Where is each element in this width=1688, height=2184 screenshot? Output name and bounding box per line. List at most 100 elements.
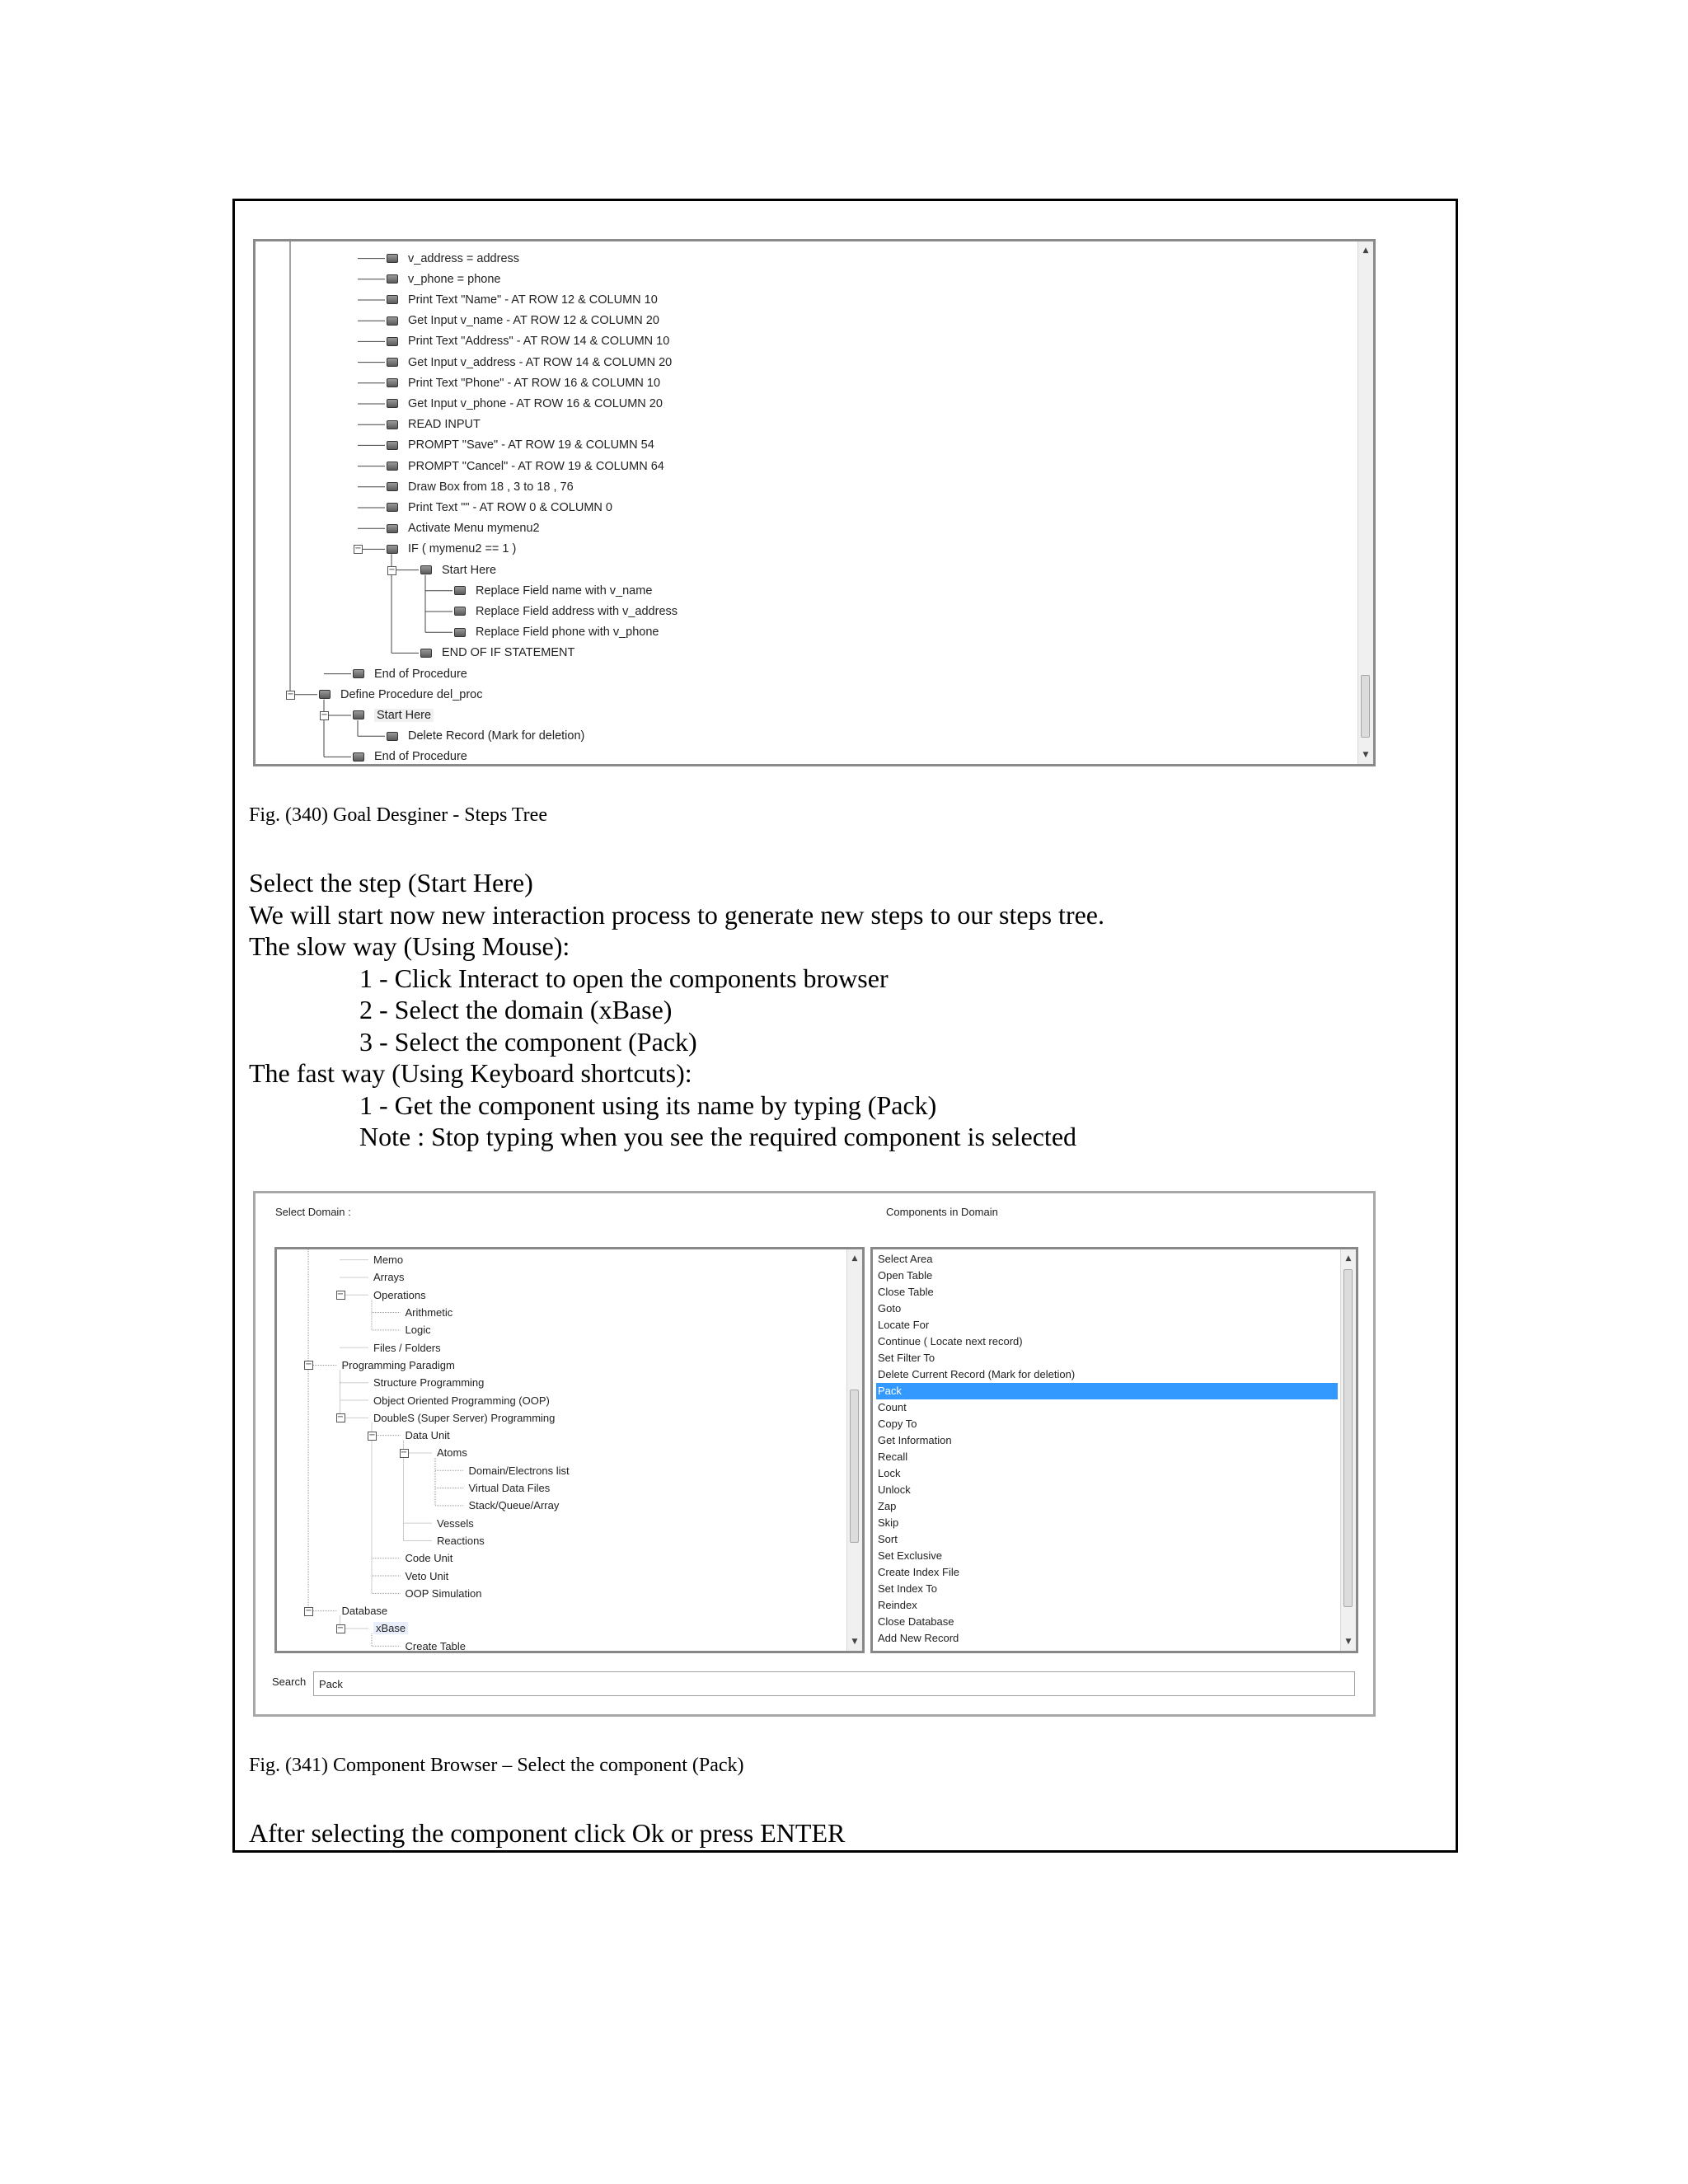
step-node[interactable]: Replace Field address with v_address [454, 601, 678, 621]
step-node[interactable]: Print Text "Phone" - AT ROW 16 & COLUMN … [387, 373, 660, 393]
component-list-item[interactable]: Set Filter To [876, 1350, 935, 1366]
domain-node[interactable]: Files / Folders [373, 1339, 441, 1357]
domain-node[interactable]: Programming Paradigm [342, 1357, 455, 1374]
scrollbar-thumb[interactable] [1343, 1269, 1353, 1607]
step-node[interactable]: PROMPT "Cancel" - AT ROW 19 & COLUMN 64 [387, 456, 664, 476]
domain-node[interactable]: Data Unit [406, 1427, 450, 1444]
step-node[interactable]: Delete Record (Mark for deletion) [387, 726, 584, 747]
search-input[interactable] [313, 1671, 1355, 1696]
component-list-item[interactable]: Add New Record [876, 1630, 959, 1647]
domain-node[interactable]: Structure Programming [373, 1374, 484, 1391]
component-list-item[interactable]: Sort [876, 1531, 898, 1548]
collapse-toggle-icon[interactable]: − [286, 690, 295, 700]
step-node[interactable]: Start Here [420, 560, 496, 580]
component-list-item[interactable]: Copy To [876, 1416, 917, 1432]
domain-node[interactable]: Database [342, 1602, 388, 1619]
domain-node[interactable]: Arrays [373, 1268, 405, 1286]
scroll-down-icon[interactable]: ▼ [1358, 748, 1373, 762]
domain-node[interactable]: Atoms [437, 1444, 467, 1461]
component-list-item[interactable]: Zap [876, 1498, 896, 1515]
component-list-item[interactable]: Goto [876, 1301, 901, 1317]
collapse-toggle-icon[interactable]: − [387, 565, 396, 575]
step-node[interactable]: PROMPT "Save" - AT ROW 19 & COLUMN 54 [387, 435, 654, 456]
collapse-toggle-icon[interactable]: − [335, 1291, 345, 1301]
step-node[interactable]: IF ( mymenu2 == 1 ) [387, 539, 516, 560]
component-list-item[interactable]: Continue ( Locate next record) [876, 1333, 1023, 1350]
step-icon [387, 358, 398, 368]
domain-node[interactable]: Code Unit [406, 1549, 453, 1567]
domain-node[interactable]: Domain/Electrons list [469, 1462, 570, 1479]
component-list-item[interactable]: Close Table [876, 1284, 934, 1301]
domain-node[interactable]: Vessels [437, 1515, 474, 1532]
step-node[interactable]: END OF IF STATEMENT [420, 643, 574, 663]
component-list-item[interactable]: Locate For [876, 1317, 929, 1333]
step-node[interactable]: v_phone = phone [387, 269, 500, 289]
domain-node[interactable]: Stack/Queue/Array [469, 1497, 560, 1514]
collapse-toggle-icon[interactable]: − [354, 545, 363, 555]
step-node[interactable]: Print Text "Name" - AT ROW 12 & COLUMN 1… [387, 289, 658, 310]
scroll-down-icon[interactable]: ▼ [1341, 1634, 1356, 1649]
domain-node[interactable]: Virtual Data Files [469, 1479, 551, 1497]
domain-node[interactable]: Object Oriented Programming (OOP) [373, 1391, 550, 1408]
step-node[interactable]: Get Input v_address - AT ROW 14 & COLUMN… [387, 352, 672, 373]
step-node[interactable]: End of Procedure [353, 747, 467, 764]
domain-node[interactable]: Create Table [406, 1638, 466, 1651]
domain-tree-panel[interactable]: Memo Arrays Operations − Arithmetic Logic File… [274, 1247, 865, 1653]
steps-tree-scrollbar[interactable]: ▲ ▼ [1357, 241, 1373, 764]
component-list-item[interactable]: Set Exclusive [876, 1548, 942, 1564]
component-list-item[interactable]: Lock [876, 1465, 900, 1482]
domain-node[interactable]: DoubleS (Super Server) Programming [373, 1409, 555, 1427]
collapse-toggle-icon[interactable]: − [335, 1624, 345, 1633]
step-node[interactable]: Replace Field phone with v_phone [454, 622, 659, 643]
step-node[interactable]: Start Here [353, 705, 434, 725]
collapse-toggle-icon[interactable]: − [320, 711, 329, 720]
step-node[interactable]: Replace Field name with v_name [454, 580, 652, 601]
domain-node[interactable]: xBase [373, 1619, 409, 1637]
domain-node[interactable]: Reactions [437, 1532, 485, 1549]
component-list-item[interactable]: Set Index To [876, 1581, 937, 1597]
scroll-down-icon[interactable]: ▼ [847, 1634, 862, 1649]
component-list-item[interactable]: Get Information [876, 1432, 952, 1449]
step-node[interactable]: Print Text "" - AT ROW 0 & COLUMN 0 [387, 497, 612, 518]
component-list-item[interactable]: Create Index File [876, 1564, 959, 1581]
scroll-up-icon[interactable]: ▲ [1341, 1251, 1356, 1266]
component-list-item[interactable]: Skip [876, 1515, 898, 1531]
collapse-toggle-icon[interactable]: − [368, 1431, 377, 1441]
step-node[interactable]: Get Input v_name - AT ROW 12 & COLUMN 20 [387, 311, 659, 331]
scrollbar-thumb[interactable] [1361, 675, 1370, 738]
collapse-toggle-icon[interactable]: − [304, 1606, 313, 1616]
collapse-toggle-icon[interactable]: − [304, 1361, 313, 1371]
step-node[interactable]: Print Text "Address" - AT ROW 14 & COLUM… [387, 331, 669, 352]
domain-node[interactable]: Veto Unit [406, 1567, 449, 1584]
step-node[interactable]: Draw Box from 18 , 3 to 18 , 76 [387, 476, 574, 497]
component-list-item[interactable]: Reindex [876, 1597, 917, 1614]
components-list-panel[interactable]: Select Area Open Table Close Table Goto Loca… [870, 1247, 1358, 1653]
domain-node[interactable]: Arithmetic [406, 1304, 453, 1321]
component-list-item[interactable]: Recall [876, 1449, 907, 1465]
step-node[interactable]: v_address = address [387, 248, 519, 269]
component-list-item[interactable]: Select Area [876, 1251, 933, 1268]
steps-tree-screenshot[interactable]: v_address = address v_phone = phone Print … [253, 239, 1376, 766]
step-node[interactable]: Define Procedure del_proc [319, 684, 483, 705]
component-list-item[interactable]: Delete Current Record (Mark for deletion… [876, 1366, 1075, 1383]
domain-node[interactable]: Operations [373, 1286, 426, 1304]
components-list-scrollbar[interactable]: ▲ ▼ [1340, 1249, 1356, 1651]
component-list-item[interactable]: Close Database [876, 1614, 954, 1630]
domain-tree-scrollbar[interactable]: ▲ ▼ [846, 1249, 862, 1651]
domain-node[interactable]: OOP Simulation [406, 1585, 482, 1602]
step-node[interactable]: Activate Menu mymenu2 [387, 518, 540, 539]
component-list-item[interactable]: Count [876, 1399, 907, 1416]
scroll-up-icon[interactable]: ▲ [847, 1251, 862, 1266]
scrollbar-thumb[interactable] [850, 1390, 859, 1543]
scroll-up-icon[interactable]: ▲ [1358, 243, 1373, 258]
collapse-toggle-icon[interactable]: − [399, 1448, 409, 1458]
step-node[interactable]: Get Input v_phone - AT ROW 16 & COLUMN 2… [387, 393, 663, 414]
component-list-item[interactable]: Pack [876, 1383, 1338, 1399]
domain-node[interactable]: Memo [373, 1251, 403, 1268]
component-list-item[interactable]: Unlock [876, 1482, 911, 1498]
step-node[interactable]: READ INPUT [387, 415, 481, 435]
domain-node[interactable]: Logic [406, 1321, 431, 1338]
component-list-item[interactable]: Open Table [876, 1268, 932, 1284]
collapse-toggle-icon[interactable]: − [335, 1413, 345, 1423]
step-node[interactable]: End of Procedure [353, 663, 467, 684]
